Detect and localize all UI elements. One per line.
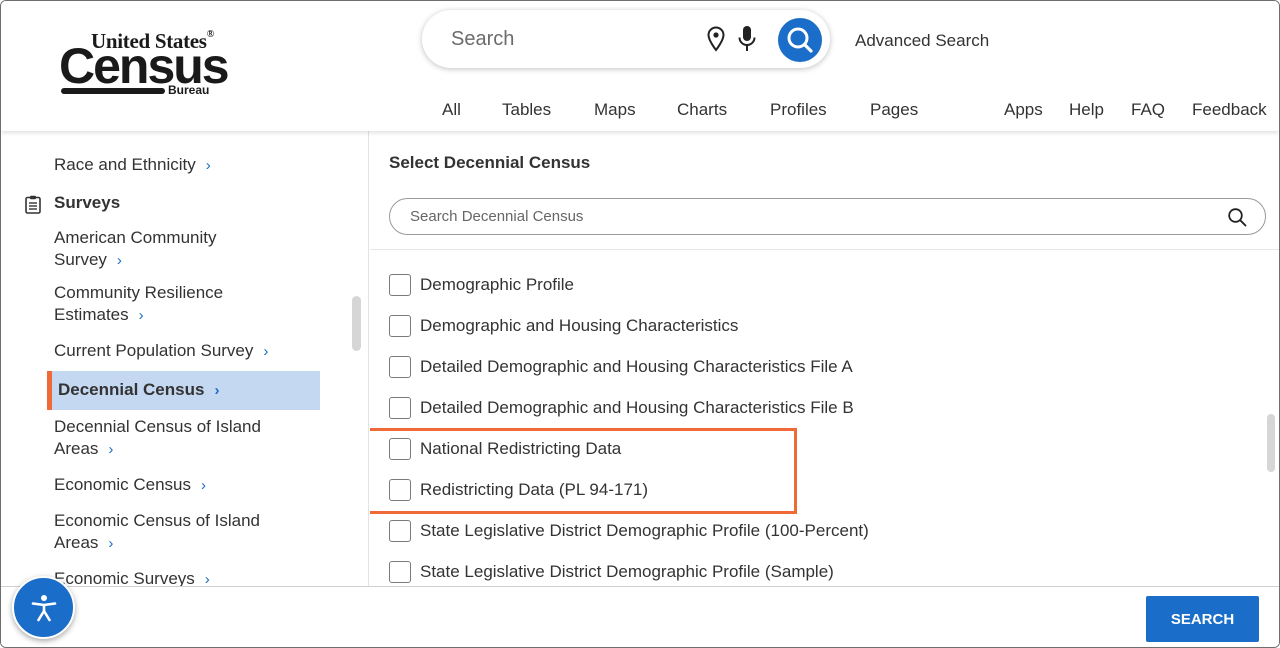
chevron-right-icon: ›	[138, 307, 144, 324]
search-submit-button[interactable]	[778, 18, 822, 62]
checkbox[interactable]	[389, 315, 411, 337]
clipboard-icon	[25, 195, 41, 214]
checkbox[interactable]	[389, 356, 411, 378]
sidebar: Race and Ethnicity › Surveys American Com…	[1, 131, 369, 586]
list-divider	[370, 249, 1279, 250]
chevron-right-icon: ›	[108, 441, 114, 458]
global-search-bar: Search	[422, 10, 830, 68]
apps-link[interactable]: Apps	[1004, 100, 1043, 120]
accessibility-button[interactable]	[12, 576, 75, 639]
sidebar-item-economic-census[interactable]: Economic Census ›	[54, 474, 206, 497]
footer-bar: SEARCH	[1, 586, 1279, 647]
tab-charts[interactable]: Charts	[677, 100, 727, 120]
sidebar-item-race-and-ethnicity[interactable]: Race and Ethnicity ›	[54, 154, 211, 177]
sidebar-item-current-population-survey[interactable]: Current Population Survey ›	[54, 340, 268, 363]
panel-title: Select Decennial Census	[389, 153, 591, 172]
sidebar-item-economic-surveys[interactable]: Economic Surveys ›	[54, 568, 210, 586]
checkbox[interactable]	[389, 274, 411, 296]
search-icon[interactable]	[1227, 207, 1247, 227]
search-input[interactable]: Search	[451, 28, 514, 51]
decennial-search-input[interactable]: Search Decennial Census	[410, 208, 583, 225]
census-logo[interactable]: United States® Census Bureau	[59, 29, 230, 101]
search-icon	[787, 27, 813, 53]
sidebar-item-economic-census-island-areas[interactable]: Economic Census of Island Areas ›	[54, 510, 260, 555]
app-window: United States® Census Bureau Search Adva…	[0, 0, 1280, 648]
logo-line3: Bureau	[168, 83, 210, 97]
chevron-right-icon: ›	[205, 157, 211, 174]
search-button[interactable]: SEARCH	[1146, 596, 1259, 642]
sidebar-scrollbar[interactable]	[352, 296, 361, 351]
logo-bar	[61, 88, 165, 94]
chevron-right-icon: ›	[214, 382, 220, 399]
chevron-right-icon: ›	[204, 571, 210, 586]
feedback-link[interactable]: Feedback	[1192, 100, 1267, 120]
sidebar-item-decennial-census[interactable]: Decennial Census ›	[58, 380, 219, 400]
checkbox[interactable]	[389, 561, 411, 583]
help-link[interactable]: Help	[1069, 100, 1104, 120]
tab-tables[interactable]: Tables	[502, 100, 551, 120]
checkbox[interactable]	[389, 397, 411, 419]
checkbox[interactable]	[389, 520, 411, 542]
chevron-right-icon: ›	[108, 535, 114, 552]
sidebar-item-community-resilience-estimates[interactable]: Community Resilience Estimates ›	[54, 282, 223, 327]
faq-link[interactable]: FAQ	[1131, 100, 1165, 120]
tab-pages[interactable]: Pages	[870, 100, 918, 120]
microphone-icon[interactable]	[737, 25, 757, 53]
accessibility-icon	[31, 595, 57, 622]
sidebar-item-american-community-survey[interactable]: American Community Survey ›	[54, 227, 217, 272]
sidebar-item-decennial-census-island-areas[interactable]: Decennial Census of Island Areas ›	[54, 416, 261, 461]
decennial-census-panel: Select Decennial Census Search Decennial…	[370, 131, 1279, 586]
decennial-search-field[interactable]: Search Decennial Census	[389, 198, 1266, 235]
sidebar-section-surveys: Surveys	[54, 193, 121, 212]
header: United States® Census Bureau Search Adva…	[1, 1, 1279, 131]
tab-profiles[interactable]: Profiles	[770, 100, 827, 120]
chevron-right-icon: ›	[116, 252, 122, 269]
location-pin-icon[interactable]	[706, 26, 726, 52]
tab-maps[interactable]: Maps	[594, 100, 636, 120]
chevron-right-icon: ›	[263, 343, 269, 360]
panel-scrollbar[interactable]	[1267, 414, 1275, 472]
highlight-annotation-box	[370, 428, 797, 514]
advanced-search-link[interactable]: Advanced Search	[855, 31, 989, 51]
tab-all[interactable]: All	[442, 100, 461, 120]
chevron-right-icon: ›	[201, 477, 207, 494]
